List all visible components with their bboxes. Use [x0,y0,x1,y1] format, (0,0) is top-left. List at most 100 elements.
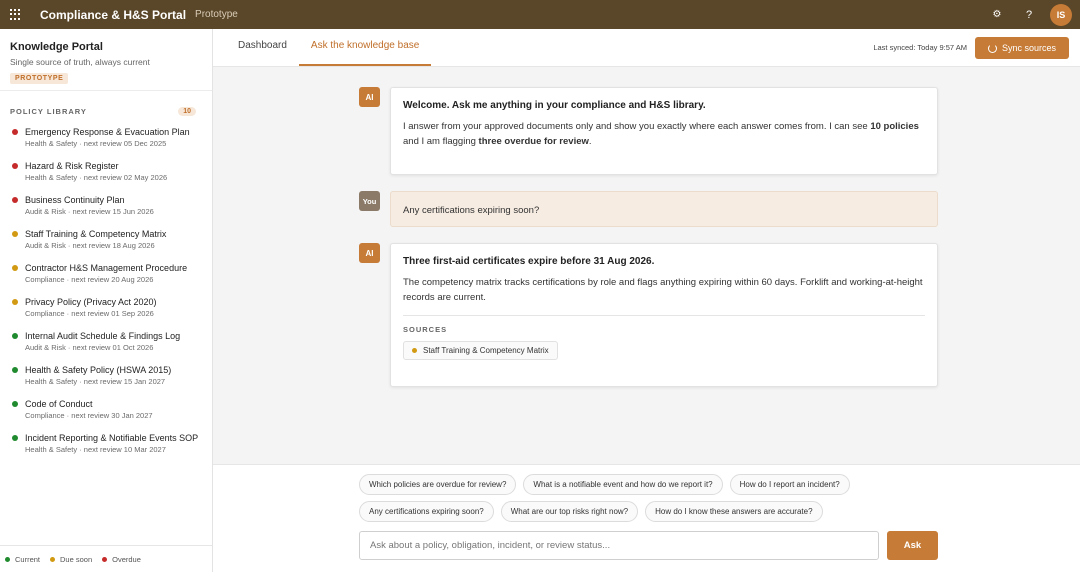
policy-name: Hazard & Risk Register [25,161,119,171]
message-heading: Welcome. Ask me anything in your complia… [403,100,706,111]
status-dot-icon [12,333,18,339]
policy-item[interactable]: Emergency Response & Evacuation Plan Heal… [0,126,212,149]
ai-message: Welcome. Ask me anything in your complia… [390,87,938,175]
help-icon[interactable]: ? [1022,9,1036,21]
suggestion-chip[interactable]: Any certifications expiring soon? [359,501,494,522]
message-body: The competency matrix tracks certificati… [403,277,923,303]
user-message-text: Any certifications expiring soon? [403,205,540,216]
suggestion-row: Any certifications expiring soon? What ar… [359,501,823,522]
legend-item: Current [5,555,40,564]
last-synced-status: Last synced: Today 9:57 AM [873,43,967,52]
policy-meta: Audit & Risk · next review 15 Jun 2026 [25,207,154,216]
legend-label: Current [15,554,41,564]
status-dot-icon [12,231,18,237]
policy-meta: Health & Safety · next review 10 Mar 202… [25,445,166,454]
suggestion-chip[interactable]: What is a notifiable event and how do we… [523,474,723,495]
sidebar-subtitle: Single source of truth, always current [10,57,150,67]
divider [403,315,925,316]
policy-library-header: POLICY LIBRARY 10 [0,107,212,116]
suggestion-chip[interactable]: Which policies are overdue for review? [359,474,517,495]
status-dot-icon [5,556,10,562]
user-message: Any certifications expiring soon? [390,191,938,227]
sidebar: Knowledge Portal Single source of truth,… [0,29,213,572]
policy-item[interactable]: Code of Conduct Compliance · next review … [0,398,212,421]
refresh-icon [987,43,997,53]
suggestion-chip[interactable]: What are our top risks right now? [500,501,639,522]
policy-meta: Health & Safety · next review 02 May 202… [25,173,168,182]
legend-label: Overdue [112,554,141,564]
source-chip-label: Staff Training & Competency Matrix [423,346,549,355]
ai-role-tag: AI [359,87,380,107]
ask-button[interactable]: Ask [887,531,938,560]
app-grid-icon[interactable] [10,8,22,21]
suggestion-chip[interactable]: How do I know these answers are accurate… [645,501,823,522]
status-legend: Current Due soon Overdue [0,545,212,572]
tab-dashboard[interactable]: Dashboard [226,40,299,66]
policy-name: Privacy Policy (Privacy Act 2020) [25,297,157,307]
status-dot-icon [12,197,18,203]
policy-meta: Compliance · next review 30 Jan 2027 [25,411,153,420]
status-dot-icon [12,401,18,407]
source-chip[interactable]: Staff Training & Competency Matrix [403,341,558,360]
policy-name: Health & Safety Policy (HSWA 2015) [25,365,172,375]
status-dot-icon [12,163,18,169]
policy-item[interactable]: Staff Training & Competency Matrix Audit … [0,228,212,251]
avatar[interactable]: IS [1050,3,1072,26]
status-dot-icon [50,556,56,562]
policy-meta: Audit & Risk · next review 01 Oct 2026 [25,343,154,352]
policy-list: Emergency Response & Evacuation Plan Heal… [0,126,212,455]
app-title: Compliance & H&S Portal [40,7,187,22]
policy-name: Emergency Response & Evacuation Plan [25,127,190,137]
status-dot-icon [12,435,18,441]
sources-label: SOURCES [403,325,448,334]
suggestion-row: Which policies are overdue for review? Wh… [359,474,850,495]
tab-bar: Dashboard Ask the knowledge base Last sy… [213,29,1080,67]
policy-item[interactable]: Internal Audit Schedule & Findings Log Au… [0,330,212,353]
legend-item: Due soon [50,555,92,564]
policy-item[interactable]: Privacy Policy (Privacy Act 2020) Complia… [0,296,212,319]
policy-library-title: POLICY LIBRARY [10,107,87,116]
policy-item[interactable]: Incident Reporting & Notifiable Events S… [0,432,212,455]
sync-sources-label: Sync sources [1001,43,1057,53]
top-bar: Compliance & H&S Portal Prototype ⚙ ? IS [0,0,1080,29]
gear-icon[interactable]: ⚙ [990,9,1004,20]
sidebar-title: Knowledge Portal [10,41,103,53]
status-dot-icon [12,367,18,373]
user-role-tag: You [359,191,380,211]
policy-item[interactable]: Hazard & Risk Register Health & Safety · … [0,160,212,183]
policy-name: Incident Reporting & Notifiable Events S… [25,433,199,443]
ask-input[interactable] [359,531,879,560]
policy-meta: Compliance · next review 20 Aug 2026 [25,275,154,284]
suggestion-chip[interactable]: How do I report an incident? [729,474,850,495]
status-dot-icon [12,129,18,135]
prototype-badge: PROTOTYPE [10,73,69,84]
policy-item[interactable]: Business Continuity Plan Audit & Risk · n… [0,194,212,217]
status-dot-icon [102,556,108,562]
sync-sources-button[interactable]: Sync sources [975,37,1069,59]
status-dot-icon [12,265,18,271]
policy-meta: Health & Safety · next review 15 Jan 202… [25,377,166,386]
policy-meta: Health & Safety · next review 05 Dec 202… [25,139,167,148]
tab-ask-knowledge-base[interactable]: Ask the knowledge base [298,40,432,66]
policy-name: Staff Training & Competency Matrix [25,229,167,239]
composer: Which policies are overdue for review? Wh… [213,464,1080,572]
policy-name: Contractor H&S Management Procedure [25,263,188,273]
policy-name: Internal Audit Schedule & Findings Log [25,331,181,341]
legend-label: Due soon [60,554,93,564]
status-dot-icon [412,348,417,353]
policy-count-badge: 10 [178,107,196,116]
policy-item[interactable]: Health & Safety Policy (HSWA 2015) Health… [0,364,212,387]
sidebar-header: Knowledge Portal Single source of truth,… [0,29,212,91]
chat-thread: AI Welcome. Ask me anything in your comp… [213,67,1080,464]
message-heading: Three first-aid certificates expire befo… [403,256,655,267]
policy-meta: Compliance · next review 01 Sep 2026 [25,309,154,318]
ai-role-tag: AI [359,243,380,263]
ai-message: Three first-aid certificates expire befo… [390,243,938,387]
policy-item[interactable]: Contractor H&S Management Procedure Compl… [0,262,212,285]
legend-item: Overdue [102,555,141,564]
app-subtitle: Prototype [195,9,238,20]
policy-meta: Audit & Risk · next review 18 Aug 2026 [25,241,155,250]
status-dot-icon [12,299,18,305]
policy-name: Code of Conduct [25,399,93,409]
message-body: I answer from your approved documents on… [403,121,919,147]
